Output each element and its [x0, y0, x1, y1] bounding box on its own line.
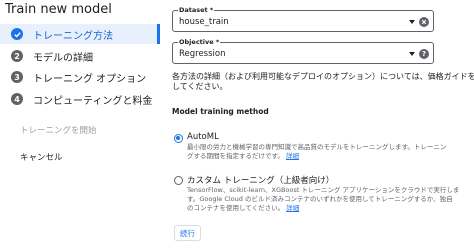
step-label: コンピューティングと料金: [33, 95, 153, 107]
training-method-heading: Model training method: [172, 107, 269, 116]
stepper-sidebar: Train new model トレーニング方法 2 モデルの詳細 3 トレーニ…: [0, 0, 160, 252]
help-icon[interactable]: ?: [419, 49, 429, 59]
step-label: トレーニング方法: [33, 30, 113, 42]
dropdown-arrow-icon[interactable]: [409, 20, 415, 24]
step-number: 2: [11, 50, 23, 62]
start-training-button[interactable]: トレーニングを開始: [20, 124, 97, 136]
description-line: す。Google Cloud のビルド済みコンテナのいずれかを使用してトレーニン…: [187, 195, 453, 203]
description-line: TensorFlow、scikit-learn、XGBoost トレーニング ア…: [187, 186, 460, 194]
description-line: のコンテナを使用してください。: [187, 204, 285, 212]
dataset-label: Dataset *: [178, 5, 215, 15]
step-number: 4: [11, 93, 23, 105]
objective-value: Regression: [179, 49, 226, 59]
custom-training-radio[interactable]: [174, 176, 183, 185]
step-compute-pricing[interactable]: 4 コンピューティングと料金: [0, 89, 160, 109]
automl-option-title[interactable]: AutoML: [187, 132, 219, 142]
description-line: 各方法の詳細（および利用可能なデプロイのオプション）については、価格ガイドを参照: [172, 72, 474, 81]
description-line: してください。: [172, 82, 228, 91]
description-line: 最小限の労力と機械学習の専門知識で高品質のモデルをトレーニングします。トレーニン: [187, 143, 447, 151]
step-training-options[interactable]: 3 トレーニング オプション: [0, 67, 160, 87]
objective-label: Objective *: [178, 37, 221, 47]
custom-training-learn-more-link[interactable]: 詳細: [286, 204, 299, 212]
automl-learn-more-link[interactable]: 詳細: [286, 152, 299, 160]
custom-training-option-title[interactable]: カスタム トレーニング（上級者向け）: [187, 174, 334, 186]
automl-radio[interactable]: [174, 134, 183, 143]
description-line: グする期間を指定するだけです。: [187, 152, 284, 160]
check-icon: [11, 28, 23, 40]
step-number: 3: [11, 71, 23, 83]
step-label: トレーニング オプション: [33, 73, 147, 85]
custom-training-description: TensorFlow、scikit-learn、XGBoost トレーニング ア…: [187, 186, 459, 213]
step-training-method[interactable]: トレーニング方法: [0, 24, 160, 44]
cancel-button[interactable]: キャンセル: [20, 151, 63, 163]
dataset-select[interactable]: Dataset * house_train: [172, 5, 434, 32]
dropdown-arrow-icon[interactable]: [409, 52, 415, 56]
automl-description: 最小限の労力と機械学習の専門知識で高品質のモデルをトレーニングします。トレーニン…: [187, 143, 446, 161]
objective-select[interactable]: Objective * Regression ?: [172, 37, 434, 64]
page-title: Train new model: [5, 2, 112, 17]
step-model-details[interactable]: 2 モデルの詳細: [0, 46, 160, 66]
clear-icon[interactable]: [419, 17, 429, 27]
dataset-value: house_train: [179, 17, 229, 27]
step-label: モデルの詳細: [33, 52, 93, 64]
continue-button[interactable]: 続行: [174, 225, 201, 241]
method-description: 各方法の詳細（および利用可能なデプロイのオプション）については、価格ガイドを参照…: [172, 72, 474, 92]
